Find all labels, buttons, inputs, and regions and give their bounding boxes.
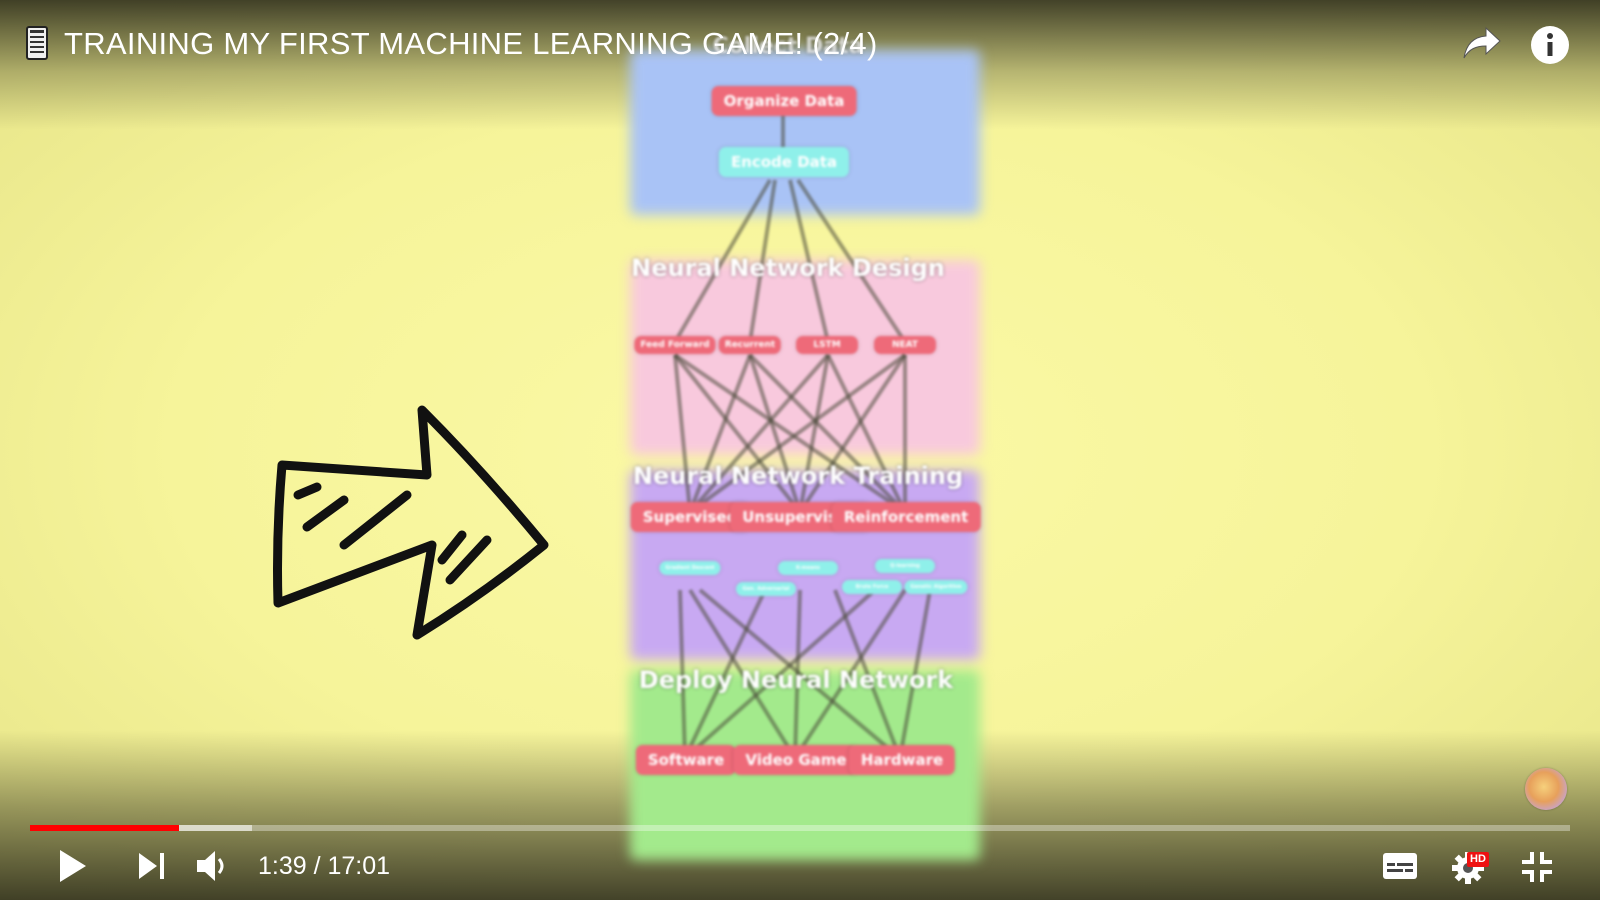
progress-track (30, 825, 1570, 831)
recurrent-node: Recurrent (718, 336, 782, 354)
video-game-node: Video Game (733, 745, 859, 775)
design-title: Neural Network Design (631, 254, 945, 282)
share-icon[interactable] (1462, 26, 1502, 62)
reinforcement-node: Reinforcement (831, 502, 981, 532)
progress-bar[interactable] (30, 825, 1570, 831)
exit-fullscreen-icon[interactable] (1520, 850, 1554, 884)
info-icon[interactable] (1530, 25, 1570, 65)
brute-force-node: Brute Force (842, 580, 902, 594)
lstm-node: LSTM (796, 336, 858, 354)
ml-pipeline-diagram: Collect Data Organize Data Encode Data N… (620, 30, 990, 860)
encode-data-node: Encode Data (718, 147, 850, 177)
deploy-title: Deploy Neural Network (638, 666, 954, 694)
feed-forward-node: Feed Forward (634, 336, 716, 354)
next-button[interactable] (136, 850, 168, 882)
subtitles-button[interactable] (1382, 852, 1418, 880)
channel-avatar[interactable] (1525, 768, 1567, 810)
q-learning-node: Q-learning (875, 559, 935, 573)
time-display: 1:39 / 17:01 (258, 852, 391, 880)
software-node: Software (635, 745, 737, 775)
video-title[interactable]: TRAINING MY FIRST MACHINE LEARNING GAME!… (64, 26, 878, 62)
document-icon (26, 26, 48, 60)
gradient-descent-node: Gradient Descent (659, 561, 721, 575)
organize-data-node: Organize Data (711, 86, 857, 116)
neat-node: NEAT (874, 336, 936, 354)
hardware-node: Hardware (848, 745, 956, 775)
progress-played (30, 825, 180, 831)
gen-adversarial-node: Gen. Adversarial (736, 582, 796, 596)
volume-button[interactable] (194, 848, 234, 884)
genetic-algorithm-node: Genetic Algorithm (904, 580, 968, 594)
hand-drawn-arrow (273, 405, 549, 640)
training-title: Neural Network Training (632, 462, 964, 490)
k-means-node: K-means (778, 561, 838, 575)
play-button[interactable] (56, 847, 90, 885)
hd-badge: HD (1467, 852, 1489, 867)
